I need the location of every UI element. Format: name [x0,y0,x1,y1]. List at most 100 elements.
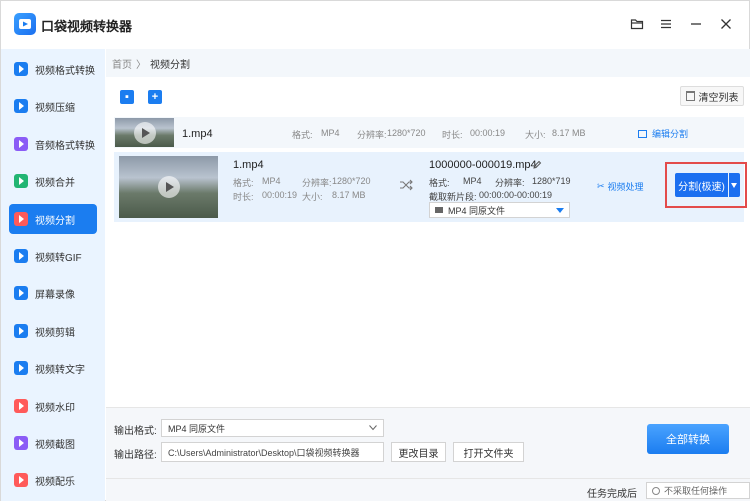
clip-range: 00:00:00-00:00:19 [479,190,553,200]
file-row-1: 1.mp4 格式: MP4 分辨率: 1280*720 时长: 00:00:19… [114,117,744,148]
sidebar-item-video-screenshot[interactable]: 视频截图 [9,428,97,458]
format-value: MP4 [262,176,281,186]
no-action-icon [652,486,660,495]
bottom-bar: 输出格式: MP4 同原文件 输出路径: C:\Users\Administra… [106,407,750,501]
sidebar-item-screen-record[interactable]: 屏幕录像 [9,278,97,308]
file-row-2: 1.mp4 格式: MP4 分辨率: 1280*720 时长: 00:00:19… [114,152,747,222]
status-bar: 任务完成后 不采取任何操作 [106,478,750,501]
breadcrumb-home[interactable]: 首页 [112,56,132,71]
open-folder-button[interactable]: 打开文件夹 [453,442,524,462]
sidebar-item-label: 视频转GIF [35,252,82,264]
split-highlight-box: 分割(极速) [665,162,747,208]
sidebar-item-label: 视频水印 [35,402,75,414]
output-format-select[interactable]: MP4 同原文件 [429,202,570,218]
output-resolution-label: 分辨率: [495,178,525,188]
add-file-icon[interactable]: ▪ [120,90,134,104]
sidebar-item-video-compress[interactable]: 视频压缩 [9,91,97,121]
sidebar-item-video-watermark[interactable]: 视频水印 [9,391,97,421]
convert-all-button[interactable]: 全部转换 [647,424,729,454]
video-to-text-icon [14,361,28,375]
after-task-select-value: 不采取任何操作 [664,486,728,496]
size-label: 大小: [525,130,546,140]
edit-split-label: 编辑分割 [652,129,689,139]
video-music-icon [14,473,28,487]
duration-value: 00:00:19 [470,128,506,138]
output-file-name: 1000000-000019.mp4 [429,159,537,171]
sidebar-item-label: 视频配乐 [35,476,75,488]
trash-icon [685,91,695,101]
app-title: 口袋视频转换器 [41,19,133,34]
rename-pencil-icon[interactable] [532,160,542,170]
video-process-link[interactable]: ✂ 视频处理 [597,180,644,193]
convert-arrow-icon [400,179,413,191]
sidebar-item-label: 视频格式转换 [35,65,95,77]
clear-list-label: 清空列表 [698,92,739,104]
video-format-icon [14,62,28,76]
size-label: 大小: [302,192,323,202]
output-resolution-value: 1280*719 [532,176,571,186]
clear-list-button[interactable]: 清空列表 [680,86,744,106]
video-compress-icon [14,99,28,113]
sidebar-item-label: 视频压缩 [35,102,75,114]
resolution-value: 1280*720 [332,176,371,186]
video-process-label: 视频处理 [607,182,644,192]
output-format-label: 格式: [429,178,450,188]
breadcrumb-current: 视频分割 [150,59,190,71]
split-fast-button[interactable]: 分割(极速) [675,173,728,197]
output-format-select-value: MP4 同原文件 [168,423,226,434]
video-split-icon [14,212,28,226]
edit-split-icon [638,129,647,138]
video-edit-icon [14,324,28,338]
sidebar-item-video-format[interactable]: 视频格式转换 [9,54,97,84]
chevron-down-icon [369,425,377,431]
output-format-select-value: MP4 同原文件 [448,205,506,216]
video-thumbnail[interactable] [119,156,218,218]
format-label: 格式: [292,130,313,140]
close-icon[interactable] [717,15,735,33]
file-name: 1.mp4 [233,159,264,171]
sidebar-item-video-split[interactable]: 视频分割 [9,204,97,234]
duration-label: 时长: [442,130,463,140]
after-task-label: 任务完成后 [587,489,637,500]
resolution-value: 1280*720 [387,128,426,138]
output-format-select[interactable]: MP4 同原文件 [161,419,384,437]
after-task-select[interactable]: 不采取任何操作 [646,482,750,499]
menu-icon[interactable] [657,15,675,33]
format-label: 格式: [233,178,254,188]
video-watermark-icon [14,399,28,413]
scissors-icon: ✂ [597,181,605,191]
edit-split-link[interactable]: 编辑分割 [638,127,688,140]
main-panel: 首页 〉 视频分割 ▪ + 清空列表 1.mp4 格式: MP4 分辨率: 12… [106,49,750,501]
change-directory-button[interactable]: 更改目录 [391,442,446,462]
duration-value: 00:00:19 [262,190,298,200]
size-value: 8.17 MB [552,128,586,138]
add-folder-icon[interactable]: + [148,90,162,104]
sidebar-item-audio-format[interactable]: 音频格式转换 [9,129,97,159]
breadcrumb: 首页 〉 视频分割 [106,49,750,77]
sidebar-item-video-music[interactable]: 视频配乐 [9,465,97,495]
chevron-down-icon [556,208,564,213]
split-options-dropdown[interactable] [729,173,740,197]
audio-format-icon [14,137,28,151]
duration-label: 时长: [233,192,254,202]
screen-record-icon [14,286,28,300]
sidebar-item-video-merge[interactable]: 视频合并 [9,166,97,196]
breadcrumb-separator: 〉 [136,59,146,71]
sidebar-item-label: 视频截图 [35,439,75,451]
video-screenshot-icon [14,436,28,450]
resolution-label: 分辨率: [357,130,387,140]
sidebar-item-video-to-text[interactable]: 视频转文字 [9,353,97,383]
play-icon [157,176,180,198]
output-path-field[interactable]: C:\Users\Administrator\Desktop\口袋视频转换器 [161,442,384,462]
sidebar-item-label: 屏幕录像 [35,289,75,301]
sidebar-item-label: 视频合并 [35,177,75,189]
file-name: 1.mp4 [182,128,213,140]
sidebar-item-video-gif[interactable]: 视频转GIF [9,241,97,271]
app-logo-icon [14,13,36,35]
minimize-icon[interactable] [687,15,705,33]
folder-icon[interactable] [628,15,646,33]
resolution-label: 分辨率: [302,178,332,188]
sidebar-item-video-edit[interactable]: 视频剪辑 [9,316,97,346]
video-thumbnail[interactable] [115,118,174,147]
play-icon [133,121,156,144]
